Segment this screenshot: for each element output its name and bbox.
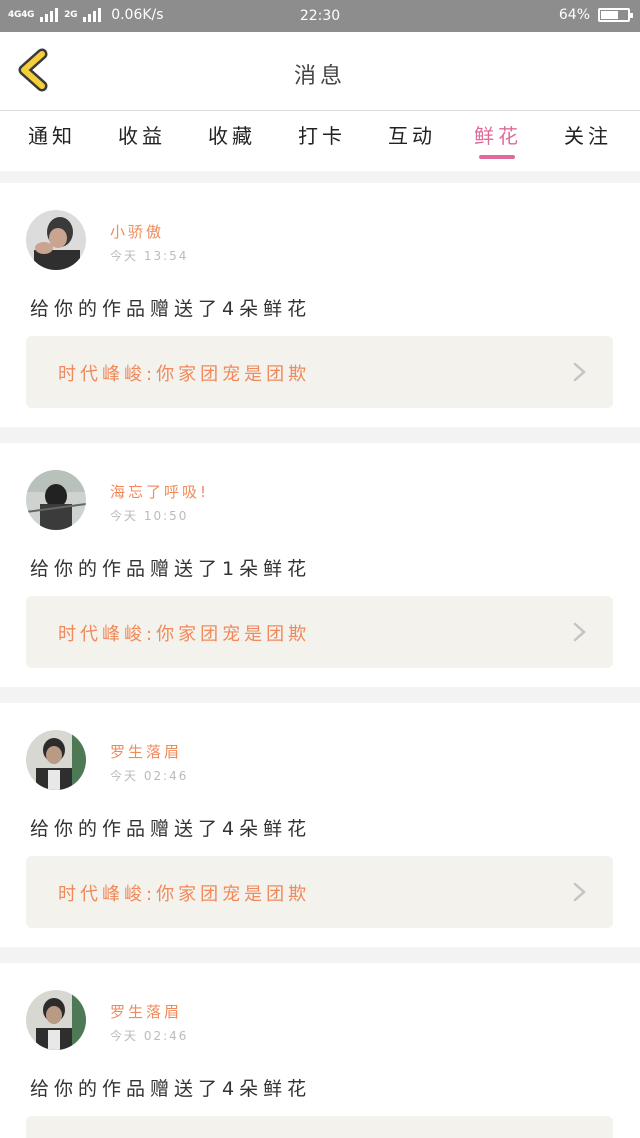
tab-earnings[interactable]: 收益 [102, 111, 182, 171]
active-tab-indicator [479, 155, 515, 159]
sender-name[interactable]: 罗生落眉 [110, 1001, 182, 1022]
avatar-image [26, 210, 86, 270]
message-text: 给你的作品赠送了4朵鲜花 [30, 298, 312, 320]
sender-name[interactable]: 罗生落眉 [110, 741, 182, 762]
avatar-image [26, 730, 86, 790]
work-title: 时代峰峻:你家团宠是团欺 [58, 884, 311, 905]
divider [0, 171, 640, 183]
message-time: 今天 02:46 [110, 1029, 189, 1043]
message-text: 给你的作品赠送了1朵鲜花 [30, 558, 312, 580]
work-link[interactable]: 时代峰峻:你家团宠是团欺 [26, 596, 613, 668]
tab-notifications[interactable]: 通知 [12, 111, 92, 171]
avatar[interactable] [26, 210, 86, 270]
tab-following[interactable]: 关注 [548, 111, 628, 171]
chevron-right-icon [573, 362, 586, 382]
avatar-image [26, 470, 86, 530]
message-time: 今天 02:46 [110, 769, 189, 783]
divider [0, 427, 640, 443]
message-card: 小骄傲 今天 13:54 给你的作品赠送了4朵鲜花 时代峰峻:你家团宠是团欺 [0, 183, 640, 427]
status-right: 64% [558, 7, 633, 23]
work-title: 时代峰峻:你家团宠是团欺 [58, 364, 311, 385]
tab-flowers[interactable]: 鲜花 [458, 111, 538, 171]
message-text: 给你的作品赠送了4朵鲜花 [30, 1078, 312, 1100]
divider [0, 687, 640, 703]
tab-bar: 通知 收益 收藏 打卡 互动 鲜花 关注 [0, 111, 640, 171]
sender-name[interactable]: 小骄傲 [110, 221, 164, 242]
avatar[interactable] [26, 730, 86, 790]
message-time: 今天 13:54 [110, 249, 189, 263]
chevron-right-icon [573, 882, 586, 902]
work-link[interactable]: 时代峰峻:你家团宠是团欺 [26, 336, 613, 408]
battery-icon [598, 8, 633, 22]
message-text: 给你的作品赠送了4朵鲜花 [30, 818, 312, 840]
divider [0, 947, 640, 963]
status-bar: 4G4G 2G 0.06K/s 22:30 64% [0, 0, 640, 32]
work-link[interactable]: 时代峰峻:你家团宠是团欺 [26, 856, 613, 928]
avatar[interactable] [26, 470, 86, 530]
page-title: 消息 [293, 64, 346, 89]
avatar[interactable] [26, 990, 86, 1050]
header: 消息 [0, 32, 640, 111]
sender-name[interactable]: 海忘了呼吸! [110, 481, 209, 502]
message-card: 罗生落眉 今天 02:46 给你的作品赠送了4朵鲜花 [0, 963, 640, 1138]
tab-interactions[interactable]: 互动 [372, 111, 452, 171]
work-title: 时代峰峻:你家团宠是团欺 [58, 624, 311, 645]
status-time: 22:30 [299, 8, 341, 24]
chevron-right-icon [573, 622, 586, 642]
tab-favorites[interactable]: 收藏 [192, 111, 272, 171]
avatar-image [26, 990, 86, 1050]
tab-checkin[interactable]: 打卡 [282, 111, 362, 171]
message-card: 海忘了呼吸! 今天 10:50 给你的作品赠送了1朵鲜花 时代峰峻:你家团宠是团… [0, 443, 640, 687]
message-card: 罗生落眉 今天 02:46 给你的作品赠送了4朵鲜花 时代峰峻:你家团宠是团欺 [0, 703, 640, 947]
battery-percent: 64% [558, 7, 590, 23]
work-link[interactable] [26, 1116, 613, 1138]
message-time: 今天 10:50 [110, 509, 189, 523]
